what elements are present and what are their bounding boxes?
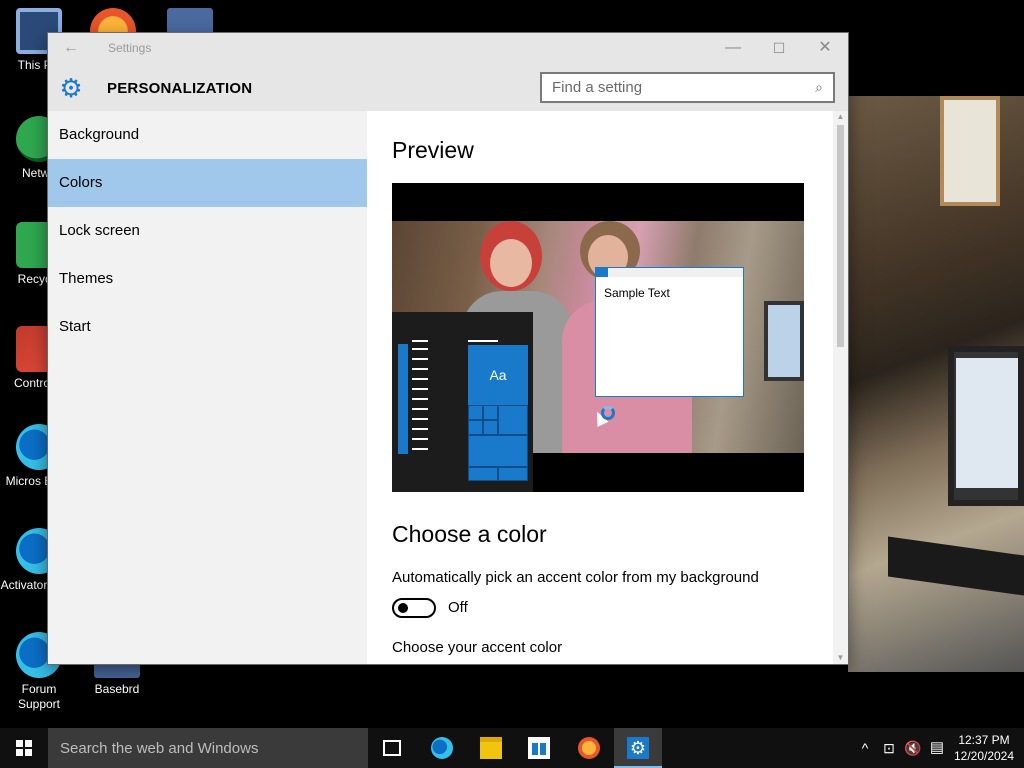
- preview-menu-line: [412, 448, 428, 450]
- preview-sample-titlebar: [596, 268, 743, 277]
- taskbar-clock[interactable]: 12:37 PM 12/20/2024: [950, 732, 1018, 766]
- desktop-wallpaper: [848, 96, 1024, 672]
- title-bar[interactable]: ← Settings — ☐ ✕: [48, 33, 848, 63]
- sidebar-item-colors[interactable]: Colors: [48, 159, 367, 207]
- edge-icon: [431, 737, 453, 759]
- taskbar-task-view[interactable]: [368, 728, 416, 768]
- preview-sample-text: Sample Text: [604, 286, 670, 300]
- preview-menu-line: [412, 418, 428, 420]
- folder-icon: [480, 737, 502, 759]
- preview-sample-window: Sample Text: [595, 267, 744, 397]
- page-title: PERSONALIZATION: [107, 80, 253, 97]
- preview-menu-line: [412, 428, 428, 430]
- taskbar-firefox[interactable]: [565, 728, 613, 768]
- preview-accent-strip: [398, 344, 408, 454]
- volume-muted-icon[interactable]: 🔇: [902, 728, 924, 768]
- search-icon[interactable]: ⌕: [811, 79, 827, 95]
- clock-time: 12:37 PM: [958, 733, 1010, 747]
- network-icon[interactable]: ⊡: [878, 728, 900, 768]
- clock-date: 12/20/2024: [953, 749, 1015, 763]
- content-pane: Preview Aa Sample Text Choose a color Au…: [367, 111, 848, 664]
- auto-accent-toggle[interactable]: [392, 598, 436, 618]
- windows-logo-icon: [16, 740, 32, 756]
- toggle-knob: [398, 603, 408, 613]
- preview-tile: [468, 467, 498, 481]
- task-view-icon: [383, 740, 401, 756]
- preview-tile: [498, 467, 528, 481]
- preview-tile: [483, 405, 498, 420]
- store-icon: [528, 737, 550, 759]
- accent-color-label: Choose your accent color: [392, 639, 563, 656]
- taskbar-store[interactable]: [515, 728, 563, 768]
- taskbar: Search the web and Windows ⚙ ^ ⊡ 🔇 ▤ 12:…: [0, 728, 1024, 768]
- sidebar-item-themes[interactable]: Themes: [48, 255, 367, 303]
- wallpaper-picture-frame: [940, 96, 1000, 206]
- preview-menu-line: [412, 398, 428, 400]
- toggle-state-label: Off: [448, 599, 468, 616]
- sidebar-item-background[interactable]: Background: [48, 111, 367, 159]
- preview-tile: [498, 405, 528, 435]
- wallpaper-keyboard: [888, 536, 1024, 596]
- preview-menu-line: [412, 378, 428, 380]
- preview-menu-line: [412, 388, 428, 390]
- preview-tiles: Aa: [468, 345, 528, 481]
- preview-monitor: [764, 301, 804, 381]
- preview-tile: [468, 420, 483, 435]
- sidebar-item-lock-screen[interactable]: Lock screen: [48, 207, 367, 255]
- back-button[interactable]: ←: [56, 37, 86, 59]
- scrollbar-thumb[interactable]: [837, 125, 844, 347]
- start-button[interactable]: [0, 728, 48, 768]
- minimize-button[interactable]: —: [710, 33, 756, 63]
- preview-tile: [483, 420, 498, 435]
- gear-icon: ⚙: [627, 737, 649, 759]
- sidebar-item-start[interactable]: Start: [48, 303, 367, 351]
- taskbar-settings[interactable]: ⚙: [614, 728, 662, 768]
- preview-menu-line: [412, 408, 428, 410]
- sidebar: Background Colors Lock screen Themes Sta…: [48, 111, 367, 664]
- preview-menu-line: [412, 348, 428, 350]
- scroll-up-arrow-icon[interactable]: ▲: [833, 111, 848, 123]
- desktop-icon-label: Basebrd: [94, 682, 140, 696]
- settings-header: ⚙ PERSONALIZATION ⌕: [48, 63, 848, 111]
- preview-tile-aa: Aa: [468, 345, 528, 405]
- search-box[interactable]: ⌕: [540, 72, 835, 103]
- preview-tile: [468, 405, 483, 420]
- action-center-icon[interactable]: ▤: [926, 728, 948, 768]
- search-input[interactable]: [542, 74, 802, 101]
- taskbar-search-box[interactable]: Search the web and Windows: [48, 728, 368, 768]
- preview-accent-swatch: [596, 268, 608, 277]
- color-preview: Aa Sample Text: [392, 183, 804, 492]
- maximize-button[interactable]: ☐: [756, 33, 802, 63]
- taskbar-file-explorer[interactable]: [467, 728, 515, 768]
- taskbar-edge[interactable]: [418, 728, 466, 768]
- settings-window: ← Settings — ☐ ✕ ⚙ PERSONALIZATION ⌕ Bac…: [48, 33, 848, 664]
- preview-menu-line: [412, 368, 428, 370]
- scroll-down-arrow-icon[interactable]: ▼: [833, 652, 848, 664]
- preview-tile: [468, 435, 528, 467]
- preview-start-menu: Aa: [392, 312, 533, 492]
- auto-accent-label: Automatically pick an accent color from …: [392, 569, 759, 586]
- window-title: Settings: [108, 41, 152, 55]
- tray-show-hidden-icon[interactable]: ^: [855, 728, 875, 768]
- close-button[interactable]: ✕: [802, 33, 848, 63]
- desktop-icon-label: Forum Support: [17, 682, 61, 711]
- gear-icon: ⚙: [59, 73, 83, 103]
- wallpaper-monitor-screen: [956, 358, 1018, 488]
- busy-spinner-icon: [601, 406, 615, 420]
- preview-menu-line: [468, 340, 498, 342]
- preview-person-face: [490, 239, 532, 287]
- preview-menu-line: [412, 340, 428, 342]
- firefox-icon: [578, 737, 600, 759]
- taskbar-search-placeholder: Search the web and Windows: [60, 740, 259, 757]
- preview-menu-line: [412, 358, 428, 360]
- vertical-scrollbar[interactable]: ▲ ▼: [833, 111, 848, 664]
- preview-heading: Preview: [392, 137, 474, 163]
- preview-menu-line: [412, 438, 428, 440]
- choose-color-heading: Choose a color: [392, 521, 547, 547]
